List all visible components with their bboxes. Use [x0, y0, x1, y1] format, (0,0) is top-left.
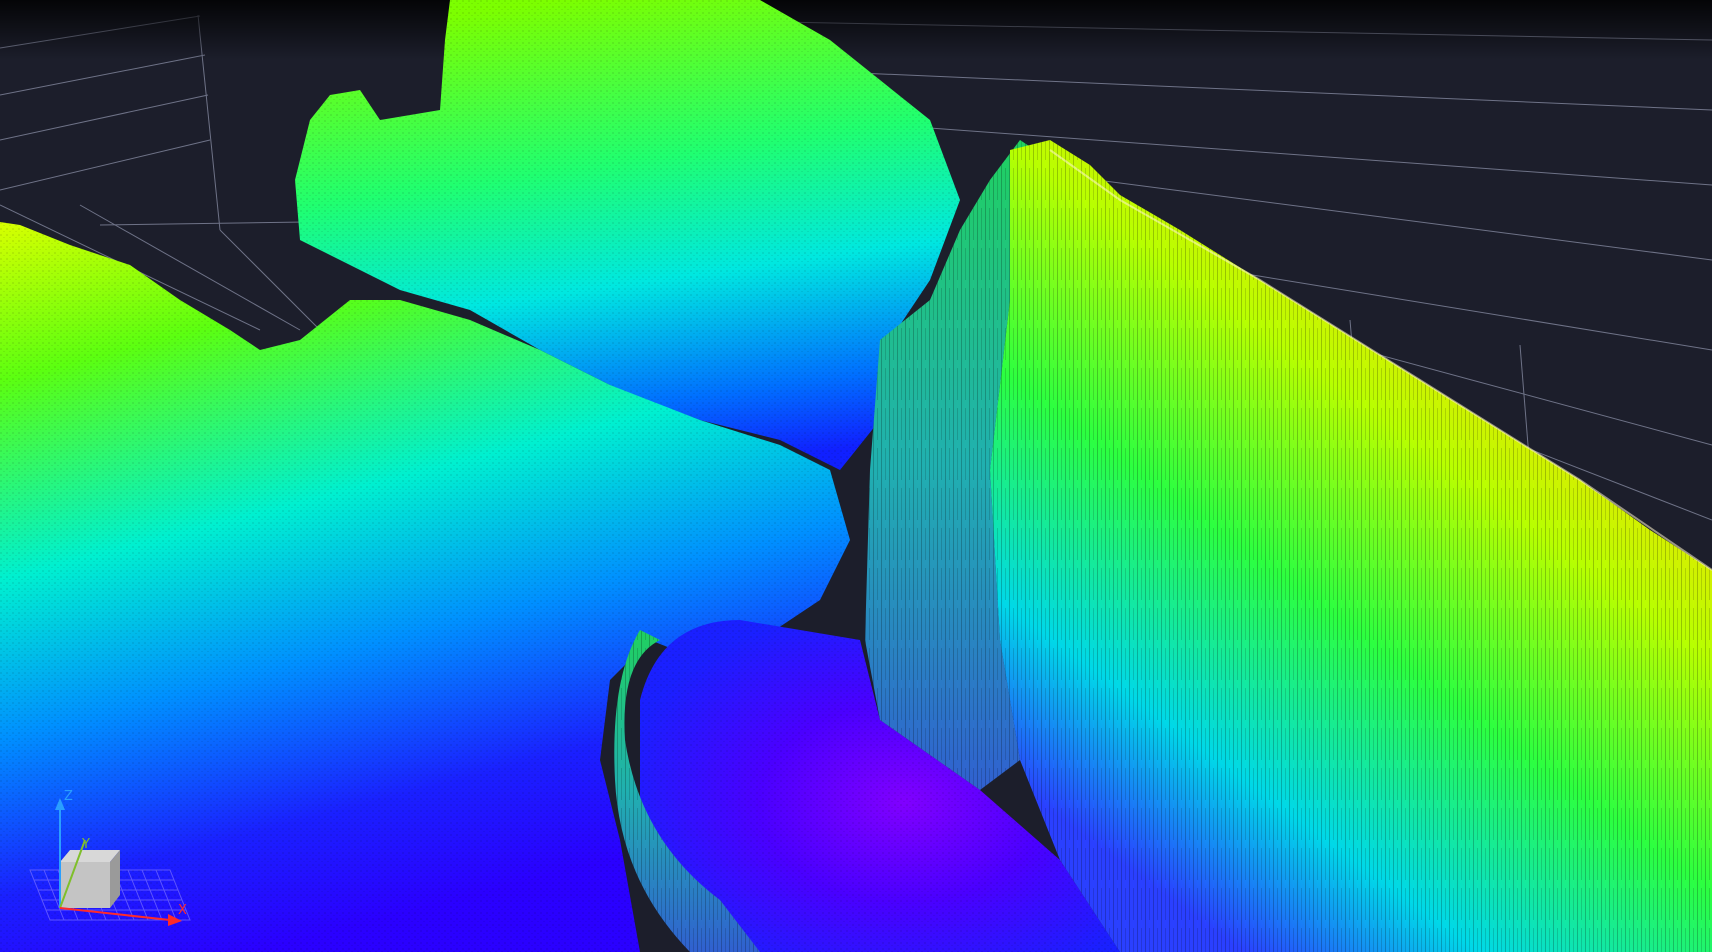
axis-gizmo-graphic: Z Y X	[29, 789, 191, 926]
terrain-scene[interactable]	[0, 0, 1712, 952]
gizmo-cube	[60, 850, 120, 908]
terrain-right-texture	[990, 140, 1712, 952]
axis-gizmo[interactable]: Z Y X	[20, 780, 200, 945]
top-vignette	[0, 0, 1712, 60]
gizmo-z-label: Z	[64, 789, 73, 804]
gizmo-y-label: Y	[81, 837, 90, 852]
gizmo-x-label: X	[178, 903, 187, 918]
3d-viewport[interactable]: Z Y X	[0, 0, 1712, 952]
